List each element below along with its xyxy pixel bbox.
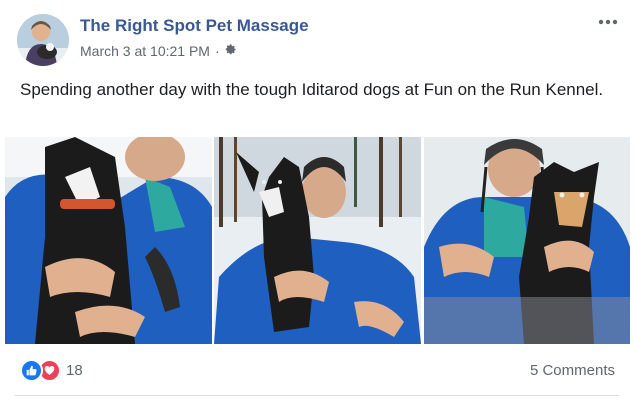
photo-2-image	[214, 137, 421, 344]
page-name-link[interactable]: The Right Spot Pet Massage	[80, 16, 309, 36]
like-icon	[20, 359, 43, 382]
comments-count-link[interactable]: 5 Comments	[530, 362, 615, 379]
more-options-button[interactable]	[596, 12, 620, 32]
photo-1[interactable]	[5, 137, 212, 344]
photo-1-image	[5, 137, 212, 344]
page-avatar[interactable]	[17, 14, 69, 66]
footer-divider	[15, 395, 619, 396]
meta-separator: ·	[214, 43, 220, 59]
photo-3[interactable]	[424, 137, 630, 344]
more-icon	[598, 19, 618, 25]
photo-2[interactable]	[214, 137, 421, 344]
reaction-count: 18	[66, 362, 83, 379]
avatar-image	[17, 14, 69, 66]
post-text: Spending another day with the tough Idit…	[20, 80, 604, 99]
reactions-summary[interactable]: 18	[20, 359, 83, 382]
post-timestamp[interactable]: March 3 at 10:21 PM	[80, 43, 210, 59]
gear-icon[interactable]	[224, 43, 237, 59]
facebook-post: The Right Spot Pet Massage March 3 at 10…	[0, 0, 634, 400]
photo-3-image	[424, 137, 630, 344]
post-meta: March 3 at 10:21 PM ·	[80, 43, 237, 59]
